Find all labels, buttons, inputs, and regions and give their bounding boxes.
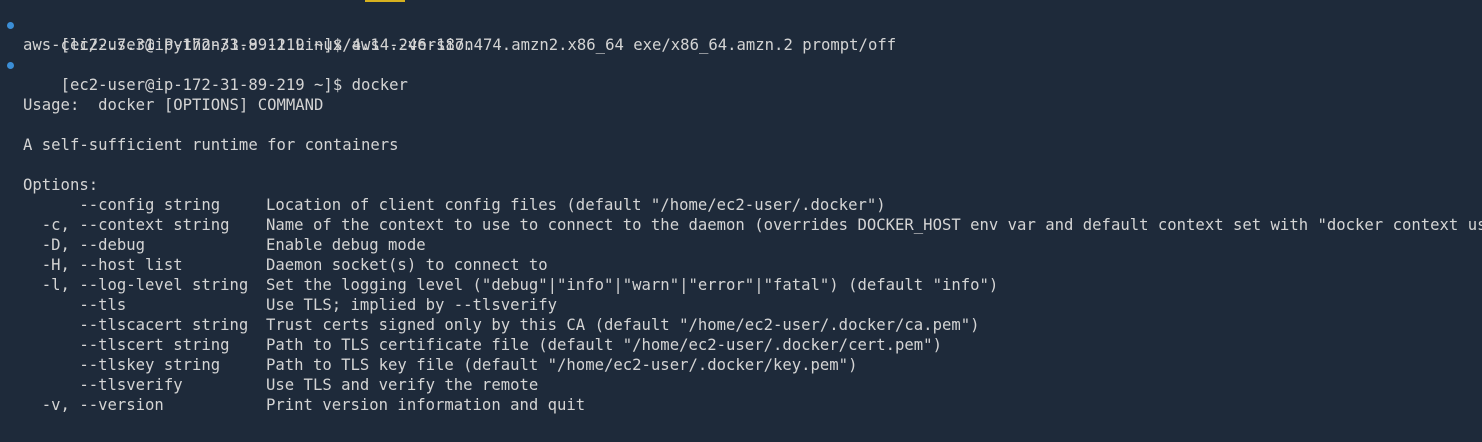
option-row: --tlsverify Use TLS and verify the remote <box>0 375 1482 395</box>
option-row: --tlscert string Path to TLS certificate … <box>0 335 1482 355</box>
option-description: Location of client config files (default… <box>266 196 886 214</box>
option-flag: --tlsverify <box>23 376 183 394</box>
option-flag: --config string <box>23 196 221 214</box>
option-flag: --tlscacert string <box>23 316 249 334</box>
option-row: -D, --debug Enable debug mode <box>0 235 1482 255</box>
option-row: --tls Use TLS; implied by --tlsverify <box>0 295 1482 315</box>
option-description: Trust certs signed only by this CA (defa… <box>266 316 980 334</box>
option-description: Path to TLS key file (default "/home/ec2… <box>266 356 858 374</box>
active-tab-indicator <box>365 0 405 2</box>
option-description: Set the logging level ("debug"|"info"|"w… <box>266 276 999 294</box>
option-description: Print version information and quit <box>266 396 586 414</box>
prompt-marker-icon[interactable] <box>7 62 14 69</box>
option-description: Daemon socket(s) to connect to <box>266 256 548 274</box>
option-row: --tlskey string Path to TLS key file (def… <box>0 355 1482 375</box>
option-flag: --tlscert string <box>23 336 230 354</box>
option-row: -H, --host list Daemon socket(s) to conne… <box>0 255 1482 275</box>
option-flag: -H, --host list <box>23 256 183 274</box>
option-flag: -v, --version <box>23 396 164 414</box>
option-row: --config string Location of client config… <box>0 195 1482 215</box>
option-flag: -c, --context string <box>23 216 230 234</box>
output-line: aws-cli/2.7.31 Python/3.9.11 Linux/4.14.… <box>23 36 897 54</box>
option-flag: -D, --debug <box>23 236 146 254</box>
prompt-line: [ec2-user@ip-172-31-89-219 ~]$ docker <box>0 55 1482 94</box>
option-description: Path to TLS certificate file (default "/… <box>266 336 942 354</box>
option-row: --tlscacert string Trust certs signed onl… <box>0 315 1482 335</box>
terminal-output[interactable]: [ec2-user@ip-172-31-89-219 ~]$ aws --ver… <box>0 15 1482 415</box>
option-row: -c, --context string Name of the context … <box>0 215 1482 235</box>
description-line: A self-sufficient runtime for containers <box>23 136 399 154</box>
prompt-line: [ec2-user@ip-172-31-89-219 ~]$ aws --ver… <box>0 15 1482 54</box>
option-flag: --tlskey string <box>23 356 221 374</box>
option-flag: -l, --log-level string <box>23 276 249 294</box>
prompt-marker-icon[interactable] <box>7 22 14 29</box>
options-heading: Options: <box>23 176 99 194</box>
usage-line: Usage: docker [OPTIONS] COMMAND <box>23 96 324 114</box>
option-description: Name of the context to use to connect to… <box>266 216 1482 234</box>
option-row: -l, --log-level string Set the logging le… <box>0 275 1482 295</box>
option-description: Use TLS and verify the remote <box>266 376 539 394</box>
option-description: Enable debug mode <box>266 236 426 254</box>
option-flag: --tls <box>23 296 127 314</box>
option-description: Use TLS; implied by --tlsverify <box>266 296 558 314</box>
option-row: -v, --version Print version information a… <box>0 395 1482 415</box>
